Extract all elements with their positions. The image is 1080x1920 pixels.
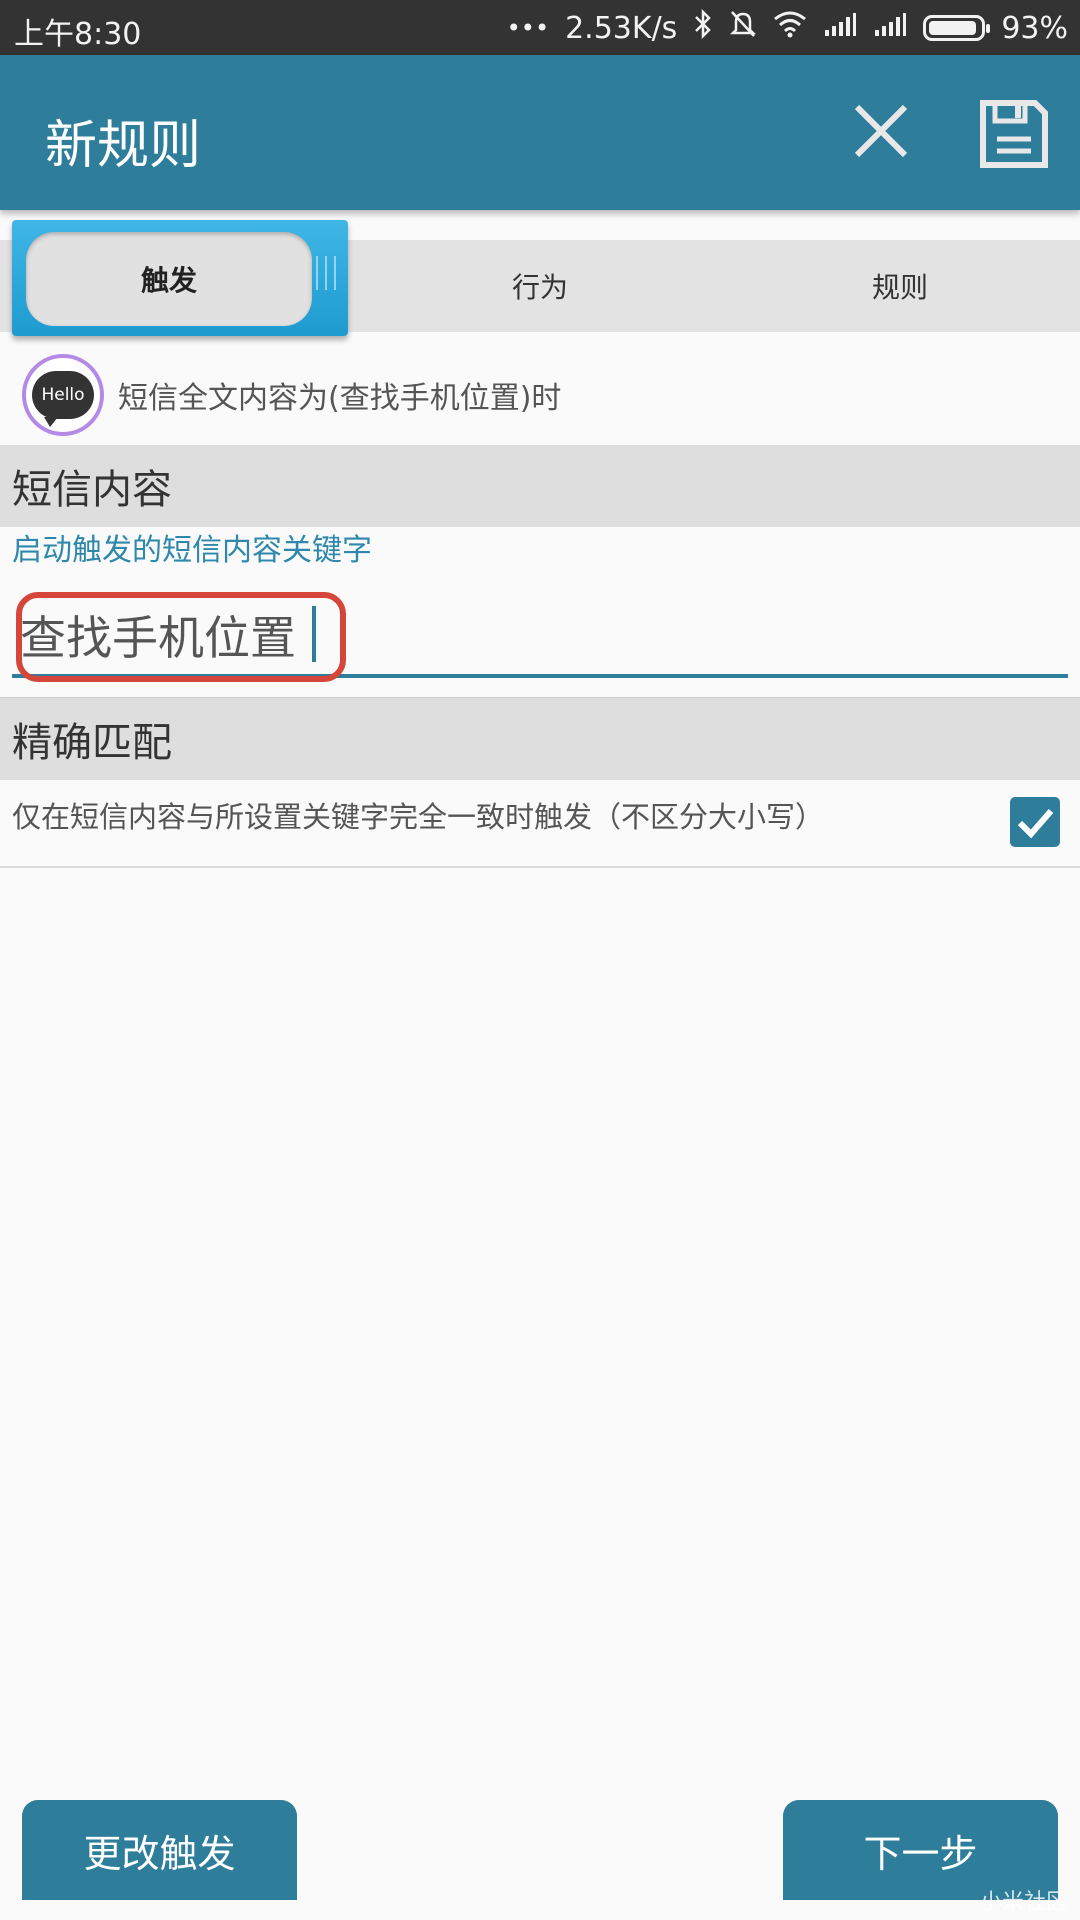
summary-text: 短信全文内容为(查找手机位置)时 — [118, 381, 562, 416]
close-button[interactable] — [845, 95, 917, 167]
status-bar: 上午8:30 ••• 2.53K/s 93% — [0, 0, 1080, 55]
hello-text: Hello — [41, 385, 85, 405]
more-dots-icon: ••• — [506, 14, 550, 42]
tab-label: 规则 — [871, 271, 928, 304]
close-icon — [854, 104, 908, 158]
button-label: 下一步 — [863, 1831, 978, 1876]
status-time: 上午8:30 — [14, 17, 142, 52]
exact-match-checkbox[interactable] — [1010, 797, 1060, 847]
check-icon — [1017, 809, 1054, 839]
tab-label: 触发 — [140, 264, 197, 297]
button-label: 更改触发 — [83, 1831, 236, 1876]
signal-icon-1 — [823, 11, 857, 46]
save-button[interactable] — [975, 95, 1053, 173]
tab-trigger[interactable]: 触发 — [12, 220, 348, 336]
drag-grip-icon — [316, 256, 336, 290]
sms-hello-icon: Hello — [22, 354, 104, 436]
exact-match-row[interactable]: 仅在短信内容与所设置关键字完全一致时触发（不区分大小写） — [0, 780, 1080, 868]
tab-trigger-pill: 触发 — [26, 232, 312, 326]
battery-percent: 93% — [1001, 10, 1068, 46]
mute-bell-icon — [729, 9, 757, 47]
status-icons: ••• 2.53K/s 93% — [506, 8, 1068, 47]
signal-icon-2 — [873, 11, 907, 46]
battery-icon — [923, 15, 991, 41]
input-hint: 启动触发的短信内容关键字 — [12, 533, 372, 568]
tab-label: 行为 — [511, 271, 568, 304]
network-speed: 2.53K/s — [565, 10, 678, 46]
section-header-exact-match: 精确匹配 — [0, 698, 1080, 780]
exact-match-description: 仅在短信内容与所设置关键字完全一致时触发（不区分大小写） — [12, 800, 825, 834]
tab-rule[interactable]: 规则 — [720, 240, 1080, 332]
watermark: 小米社区 — [979, 1890, 1068, 1915]
section-title: 短信内容 — [12, 467, 172, 513]
highlight-annotation — [16, 592, 346, 682]
hello-bubble: Hello — [32, 371, 94, 427]
section-title: 精确匹配 — [12, 720, 172, 766]
change-trigger-button[interactable]: 更改触发 — [22, 1800, 297, 1900]
trigger-summary: Hello 短信全文内容为(查找手机位置)时 — [0, 345, 1080, 445]
section-header-sms-content: 短信内容 — [0, 445, 1080, 527]
tab-action[interactable]: 行为 — [360, 240, 720, 332]
wifi-icon — [773, 10, 807, 46]
page-title: 新规则 — [45, 116, 202, 176]
save-icon — [980, 100, 1048, 168]
bluetooth-icon — [693, 8, 713, 47]
app-bar: 新规则 — [0, 55, 1080, 210]
